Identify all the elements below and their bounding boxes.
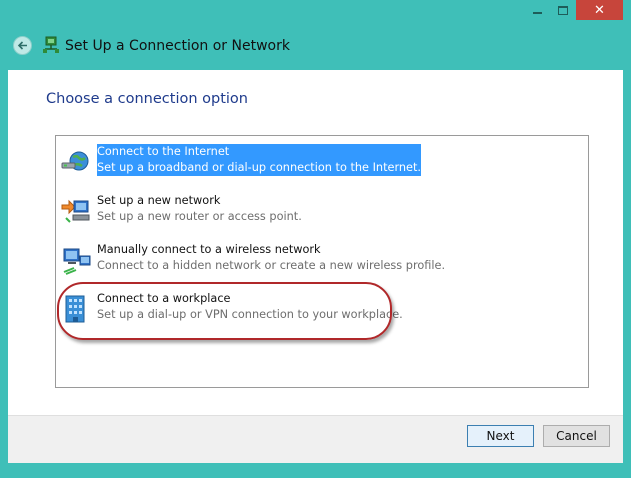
option-connect-internet[interactable]: Connect to the Internet Set up a broadba… <box>60 144 460 180</box>
option-title: Manually connect to a wireless network <box>97 243 321 256</box>
globe-internet-icon <box>61 151 89 171</box>
option-title: Connect to the Internet <box>97 145 230 158</box>
back-arrow-icon <box>17 41 27 50</box>
wireless-network-icon <box>63 248 91 275</box>
option-new-network[interactable]: Set up a new network Set up a new router… <box>60 193 460 229</box>
annotation-highlight-circle <box>57 282 392 340</box>
minimize-button[interactable] <box>524 0 550 20</box>
content-panel: Choose a connection option Connect to th… <box>8 70 623 415</box>
page-heading: Choose a connection option <box>46 91 248 107</box>
minimize-icon <box>532 12 542 14</box>
option-description: Connect to a hidden network or create a … <box>97 259 446 272</box>
option-description: Set up a new router or access point. <box>97 210 302 223</box>
option-text: Connect to the Internet Set up a broadba… <box>97 144 422 176</box>
option-title: Set up a new network <box>97 194 221 207</box>
maximize-button[interactable] <box>550 0 576 20</box>
network-setup-icon <box>43 36 59 53</box>
dialog-footer: Next Cancel <box>8 415 623 463</box>
close-icon: ✕ <box>594 2 605 18</box>
connection-option-list[interactable]: Connect to the Internet Set up a broadba… <box>55 135 589 388</box>
next-button[interactable]: Next <box>467 425 534 447</box>
new-network-icon <box>61 199 90 223</box>
option-manual-wireless[interactable]: Manually connect to a wireless network C… <box>60 242 460 278</box>
window-title: Set Up a Connection or Network <box>65 38 290 54</box>
back-button[interactable] <box>13 36 32 55</box>
maximize-icon <box>558 5 568 15</box>
option-description: Set up a broadband or dial-up connection… <box>97 161 422 174</box>
option-text: Set up a new network Set up a new router… <box>97 193 302 225</box>
dialog-window: ✕ Set Up a Connection or Network Choose … <box>0 0 631 478</box>
cancel-button[interactable]: Cancel <box>543 425 610 447</box>
close-button[interactable]: ✕ <box>576 0 623 20</box>
option-text: Manually connect to a wireless network C… <box>97 242 445 274</box>
